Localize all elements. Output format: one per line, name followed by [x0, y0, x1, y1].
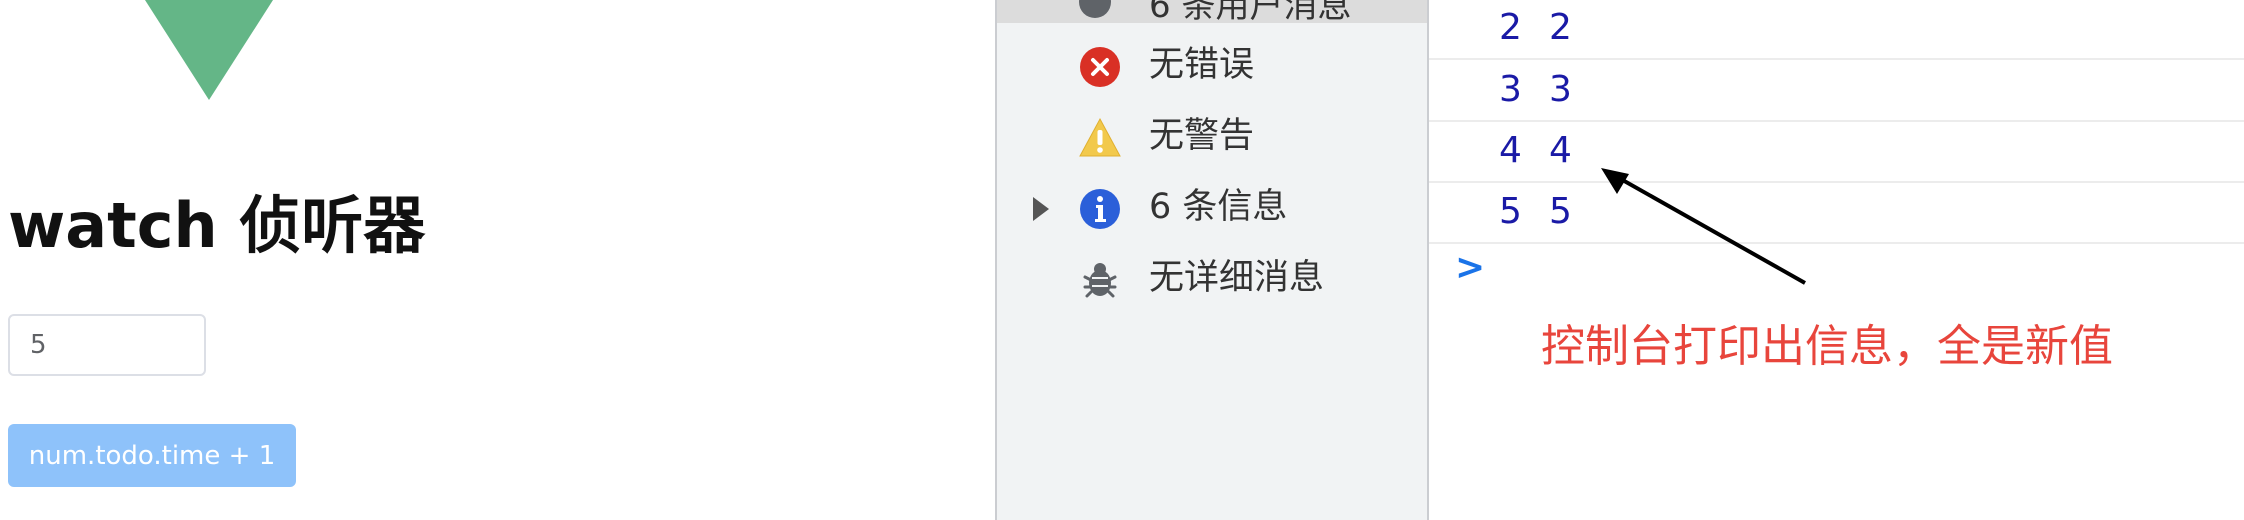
log-value: 4 — [1549, 130, 1572, 171]
annotation-arrow-icon — [1601, 168, 1806, 285]
log-value: 3 — [1549, 69, 1572, 110]
log-value: 5 — [1549, 191, 1572, 232]
warning-icon — [1079, 117, 1121, 157]
bug-icon — [1083, 263, 1117, 298]
log-value: 3 — [1499, 69, 1522, 110]
sidebar-item-warnings[interactable]: 无警告 — [997, 98, 1427, 168]
console-prompt-icon[interactable]: > — [1455, 248, 1485, 288]
log-value: 2 — [1549, 7, 1572, 48]
user-icon — [1079, 0, 1111, 18]
log-row: 5 5 — [1429, 182, 2244, 244]
log-value: 5 — [1499, 191, 1522, 232]
sidebar-item-errors[interactable]: 无错误 — [997, 27, 1427, 97]
sidebar-item-info[interactable]: 6 条信息 — [997, 169, 1427, 239]
log-row: 4 4 — [1429, 121, 2244, 183]
log-row: 3 3 — [1429, 60, 2244, 122]
disclosure-triangle-icon[interactable] — [1033, 197, 1049, 221]
error-icon — [1080, 47, 1120, 87]
log-value: 2 — [1499, 7, 1522, 48]
page-title: watch 侦听器 — [8, 189, 426, 262]
annotation-text: 控制台打印出信息，全是新值 — [1541, 321, 2113, 372]
sidebar-item-verbose[interactable]: 无详细消息 — [997, 240, 1427, 310]
sidebar-item-label: 无警告 — [1149, 116, 1255, 156]
console-sidebar: 6 条用户消息 无错误 无警告 6 条信息 无详细消息 — [995, 0, 1429, 520]
screenshot-root: watch 侦听器 num.todo.time + 1 6 条用户消息 无错误 — [0, 0, 2244, 520]
increment-button[interactable]: num.todo.time + 1 — [8, 424, 296, 487]
app-page: watch 侦听器 num.todo.time + 1 — [0, 0, 995, 520]
console-output: 2 2 3 3 4 4 5 5 > 控制台打印出信息，全是新值 — [1429, 0, 2244, 520]
devtools-console: 6 条用户消息 无错误 无警告 6 条信息 无详细消息 2 2 3 3 4 4 … — [995, 0, 2244, 520]
num-input[interactable] — [8, 314, 206, 376]
info-icon — [1080, 189, 1120, 229]
vue-logo-icon — [145, 0, 273, 100]
sidebar-item-label: 6 条信息 — [1149, 187, 1288, 227]
sidebar-item-label: 无错误 — [1149, 45, 1255, 85]
sidebar-item-user-messages[interactable]: 6 条用户消息 — [997, 0, 1427, 23]
sidebar-item-label: 无详细消息 — [1149, 258, 1325, 298]
sidebar-item-label: 6 条用户消息 — [1149, 0, 1352, 23]
log-value: 4 — [1499, 130, 1522, 171]
log-row: 2 2 — [1429, 0, 2244, 60]
